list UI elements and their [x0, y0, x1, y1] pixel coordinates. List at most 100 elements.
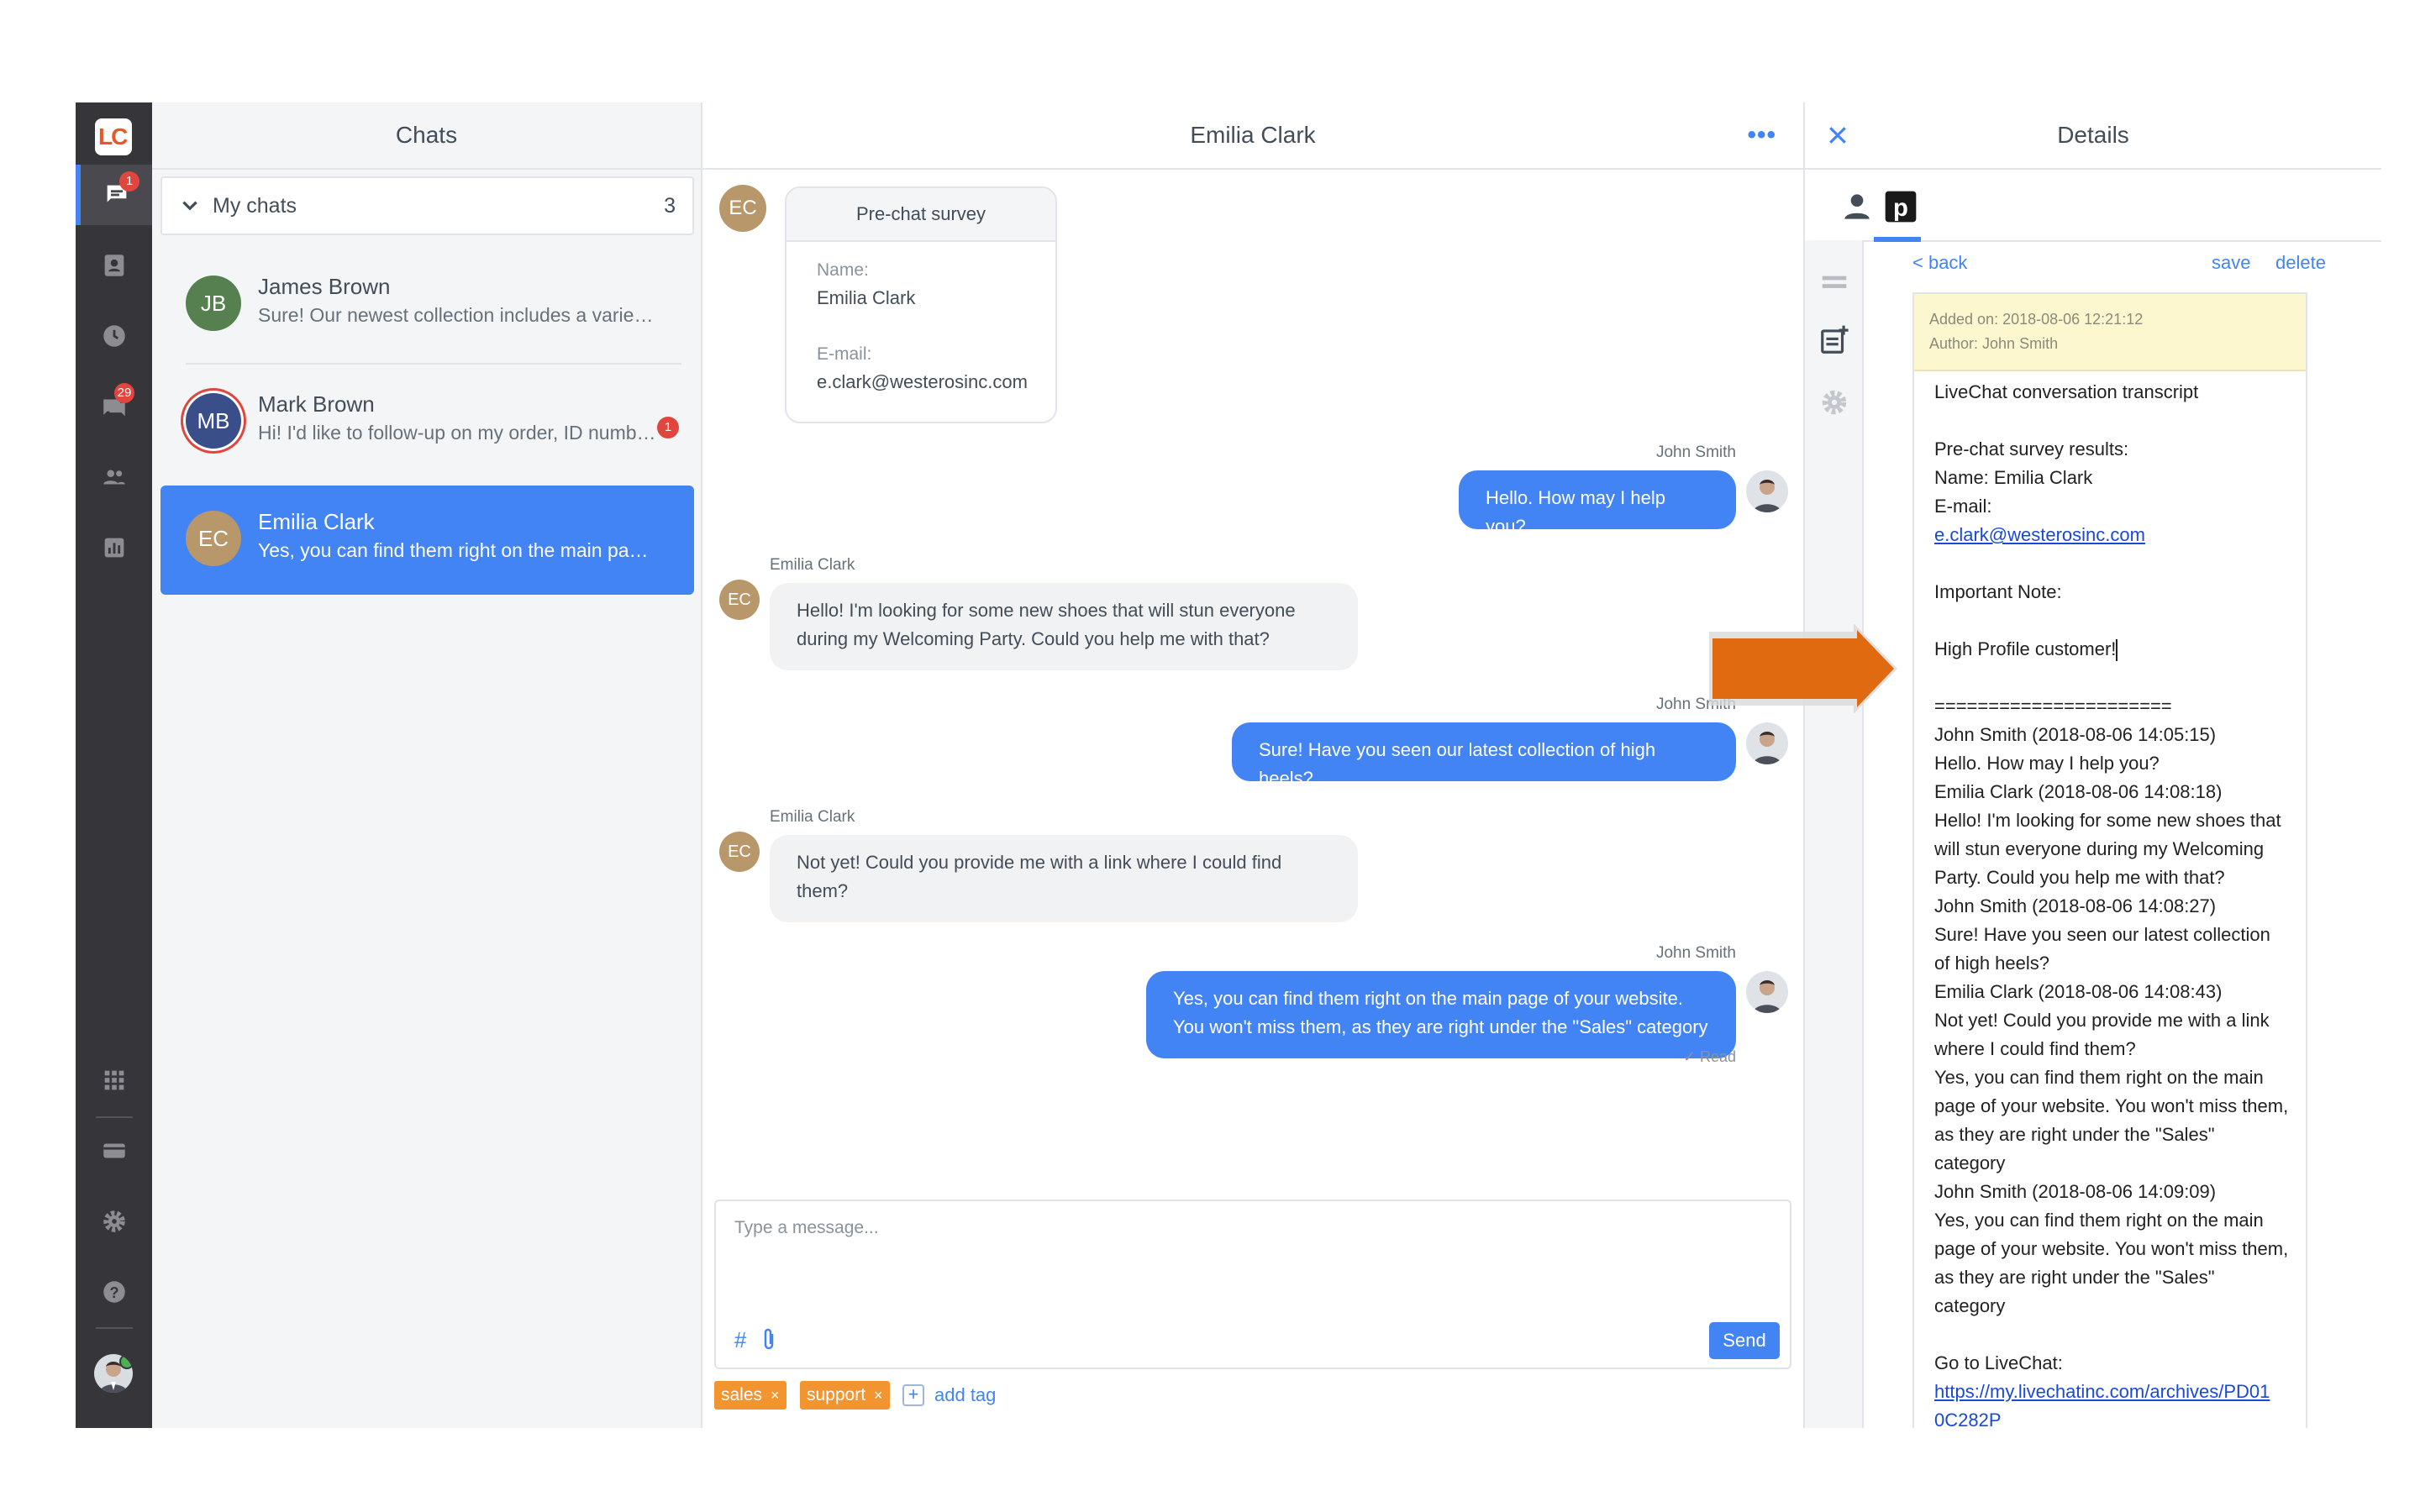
note-line[interactable]: e.clark@westerosinc.com: [1934, 521, 2286, 549]
customer-avatar: EC: [719, 185, 766, 232]
note-line: Important Note:: [1934, 581, 2062, 602]
message-bubble: Hello! I'm looking for some new shoes th…: [770, 583, 1358, 670]
note-author: Author: John Smith: [1929, 335, 2059, 352]
note-line: category: [1934, 1295, 2006, 1316]
note-line: page of your website. You won't miss the…: [1934, 1238, 2289, 1259]
note-line: [1934, 664, 2286, 692]
svg-text:?: ?: [109, 1284, 118, 1301]
note-line: of high heels?: [1934, 953, 2049, 974]
message-sender: Emilia Clark: [770, 556, 855, 574]
survey-name-value: Emilia Clark: [817, 287, 916, 308]
note-line: [1934, 606, 2286, 635]
note-line: ======================: [1934, 696, 2172, 717]
send-button[interactable]: Send: [1709, 1322, 1780, 1359]
add-tag-link[interactable]: add tag: [934, 1384, 996, 1406]
note-line: Not yet! Could you provide me with a lin…: [1934, 1010, 2270, 1031]
avatar: MB: [186, 393, 241, 449]
note-line: Emilia Clark (2018-08-06 14:08:18): [1934, 781, 2223, 802]
chat-preview: Yes, you can find them right on the main…: [258, 539, 657, 561]
gear-icon[interactable]: [1818, 386, 1850, 418]
note-line: Hello! I'm looking for some new shoes th…: [1934, 810, 2281, 831]
note-line: High Profile customer!: [1934, 635, 2286, 664]
billing-icon[interactable]: [76, 1121, 152, 1181]
more-options-icon[interactable]: •••: [1747, 121, 1776, 150]
navigation-rail: LC 1 29 ?: [76, 102, 152, 1428]
note-line: Hello. How may I help you?: [1934, 753, 2160, 774]
online-status-dot: [119, 1354, 133, 1369]
survey-title: Pre-chat survey: [786, 188, 1055, 242]
chat-item-emilia-clark[interactable]: EC Emilia Clark Yes, you can find them r…: [160, 486, 694, 595]
message-bubble: Yes, you can find them right on the main…: [1146, 971, 1736, 1058]
note-line: as they are right under the "Sales": [1934, 1267, 2215, 1288]
note-card: Added on: 2018-08-06 12:21:12 Author: Jo…: [1912, 292, 2307, 1428]
note-line: as they are right under the "Sales": [1934, 1124, 2215, 1145]
add-tag-icon[interactable]: +: [902, 1384, 924, 1406]
chat-name: James Brown: [258, 274, 391, 299]
team-icon[interactable]: [76, 447, 152, 507]
user-icon[interactable]: [1839, 188, 1876, 225]
my-chats-count: 3: [664, 193, 676, 218]
note-line: category: [1934, 1152, 2006, 1173]
tag-sales[interactable]: sales ×: [714, 1381, 786, 1410]
chat-name: Emilia Clark: [258, 509, 375, 534]
apps-icon[interactable]: [76, 1050, 152, 1110]
avatar: JB: [186, 276, 241, 331]
chats-icon[interactable]: 1: [76, 165, 152, 225]
note-line: John Smith (2018-08-06 14:05:15): [1934, 724, 2217, 745]
message-sender: John Smith: [1655, 444, 1736, 461]
chats-badge: 1: [119, 171, 139, 192]
delete-link[interactable]: delete: [2275, 252, 2326, 274]
note-line: [1934, 549, 2286, 578]
note-line: [1934, 1320, 2286, 1349]
note-line[interactable]: https://my.livechatinc.com/archives/PD01: [1934, 1378, 2286, 1406]
add-note-icon[interactable]: [1818, 324, 1850, 356]
note-editor[interactable]: LiveChat conversation transcript Pre-chat…: [1914, 371, 2306, 1428]
save-link[interactable]: save: [2212, 252, 2250, 274]
app-window: LC 1 29 ? Chats My chats 3 JB James Brow…: [76, 102, 2381, 1428]
details-panel: Details p < back save delete Added on: 2…: [1805, 102, 2381, 1428]
message-input[interactable]: [716, 1201, 1790, 1319]
chat-item-james-brown[interactable]: JB James Brown Sure! Our newest collecti…: [160, 250, 694, 360]
contacts-icon[interactable]: [76, 235, 152, 296]
message-composer: # Send: [714, 1200, 1791, 1369]
history-icon[interactable]: [76, 306, 152, 366]
read-receipt: ✓ Read: [1682, 1048, 1736, 1065]
tag-label: support: [807, 1385, 866, 1404]
my-chats-dropdown[interactable]: My chats 3: [160, 176, 694, 235]
pre-chat-survey-card: Pre-chat survey Name: Emilia Clark E-mai…: [785, 186, 1057, 423]
note-line: where I could find them?: [1934, 1038, 2136, 1059]
close-icon[interactable]: [1825, 123, 1850, 148]
rail-divider: [96, 1116, 133, 1118]
paperclip-icon[interactable]: [760, 1327, 778, 1352]
note-added-on: Added on: 2018-08-06 12:21:12: [1929, 311, 2144, 328]
hamburger-icon[interactable]: [1818, 265, 1850, 297]
note-meta: Added on: 2018-08-06 12:21:12 Author: Jo…: [1914, 294, 2306, 371]
help-icon[interactable]: ?: [76, 1262, 152, 1322]
archives-icon[interactable]: 29: [76, 376, 152, 437]
hash-icon[interactable]: #: [734, 1327, 746, 1353]
pipedrive-icon[interactable]: p: [1882, 188, 1919, 225]
conversation-panel: Emilia Clark ••• EC Pre-chat survey Name…: [702, 102, 1805, 1428]
settings-icon[interactable]: [76, 1191, 152, 1252]
message-sender: Emilia Clark: [770, 808, 855, 826]
survey-email-label: E-mail:: [817, 344, 872, 364]
chat-preview: Hi! I'd like to follow-up on my order, I…: [258, 422, 657, 444]
reports-icon[interactable]: [76, 517, 152, 578]
remove-tag-icon[interactable]: ×: [874, 1387, 883, 1404]
conversation-title: Emilia Clark: [702, 102, 1803, 170]
note-line[interactable]: 0C282P: [1934, 1406, 2286, 1428]
note-line: Name: Emilia Clark: [1934, 467, 2093, 488]
chats-panel: Chats My chats 3 JB James Brown Sure! Ou…: [152, 102, 702, 1428]
agent-avatar[interactable]: [94, 1354, 133, 1393]
back-link[interactable]: < back: [1912, 252, 1967, 274]
text-cursor: [2116, 639, 2118, 662]
note-line: Yes, you can find them right on the main: [1934, 1210, 2264, 1231]
chat-preview: Sure! Our newest collection includes a v…: [258, 304, 657, 326]
remove-tag-icon[interactable]: ×: [771, 1387, 780, 1404]
tag-support[interactable]: support ×: [800, 1381, 890, 1410]
note-line: Sure! Have you seen our latest collectio…: [1934, 924, 2270, 945]
avatar: EC: [186, 511, 241, 566]
chat-name: Mark Brown: [258, 391, 375, 417]
active-tab-indicator: [1874, 237, 1921, 242]
chat-item-mark-brown[interactable]: MB Mark Brown Hi! I'd like to follow-up …: [160, 368, 694, 477]
